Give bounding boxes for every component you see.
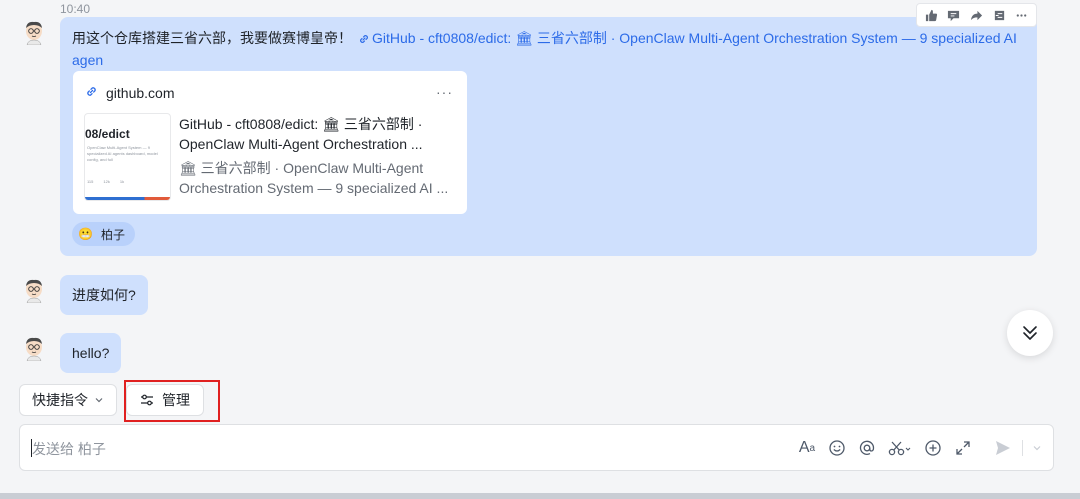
input-placeholder: 发送给 柏子 (32, 441, 106, 457)
pin-icon[interactable] (989, 5, 1009, 25)
card-more-button[interactable]: ··· (436, 84, 453, 100)
manage-label: 管理 (162, 392, 190, 408)
text-format-icon[interactable]: Aa (796, 437, 818, 459)
user-avatar[interactable] (21, 277, 47, 303)
message-body: 用这个仓库搭建三省六部，我要做赛博皇帝！ (72, 30, 352, 46)
send-divider (1022, 440, 1023, 456)
message-input[interactable]: 发送给 柏子 Aa (19, 424, 1054, 471)
mention-icon[interactable] (856, 437, 878, 459)
thumbnail-title: 08/edict (85, 127, 130, 141)
message-body: hello? (72, 345, 110, 361)
chevron-down-icon (95, 398, 103, 403)
card-title[interactable]: GitHub - cft0808/edict: 🏛 三省六部制 · OpenCl… (179, 114, 459, 154)
thumbnail-stat: 115 (87, 179, 94, 184)
message-text: 用这个仓库搭建三省六部，我要做赛博皇帝！ GitHub - cft0808/edi… (72, 28, 1022, 70)
sliders-icon (141, 394, 153, 406)
card-domain: github.com (106, 85, 175, 101)
quick-commands-label: 快捷指令 (32, 392, 88, 408)
send-icon[interactable] (992, 437, 1014, 459)
thumbnail-stat: 12k (103, 179, 110, 184)
reaction-chip[interactable]: 😬 柏子 (72, 222, 135, 246)
reaction-user: 柏子 (100, 227, 125, 242)
link-preview-card[interactable]: github.com ··· 08/edict OpenClaw Multi-A… (73, 71, 467, 214)
send-options-chevron-icon[interactable] (1031, 437, 1043, 459)
message-bubble[interactable]: 进度如何? (60, 275, 148, 315)
chat-area: 10:40 用这个仓库搭建三省六部，我要做赛博皇帝！ GitHub - cft08… (0, 0, 1080, 499)
screenshot-scissors-icon[interactable] (886, 437, 914, 459)
double-chevron-down-icon (1023, 326, 1037, 340)
message-toolbar (916, 3, 1037, 27)
user-avatar[interactable] (21, 19, 47, 45)
forward-icon[interactable] (966, 5, 986, 25)
thumbnail-language-bar (85, 197, 170, 200)
avatar-face-icon (26, 279, 42, 303)
emoji-icon[interactable] (826, 437, 848, 459)
comment-icon[interactable] (944, 5, 964, 25)
card-thumbnail: 08/edict OpenClaw Multi-Agent System — 9… (84, 113, 171, 201)
card-domain-row: github.com (85, 85, 174, 101)
message-bubble[interactable]: hello? (60, 333, 122, 373)
link-icon (85, 85, 98, 101)
message-timestamp: 10:40 (60, 2, 91, 16)
thumbs-up-icon[interactable] (921, 5, 941, 25)
input-toolbar: Aa (796, 436, 1043, 460)
message-bubble-main[interactable]: 用这个仓库搭建三省六部，我要做赛博皇帝！ GitHub - cft0808/edi… (60, 17, 1037, 256)
scroll-to-bottom-button[interactable] (1007, 310, 1053, 356)
more-icon[interactable] (1012, 5, 1032, 25)
window-bottom-edge (0, 493, 1080, 499)
manage-button[interactable]: 管理 (126, 384, 204, 416)
thumbnail-stats: 115 12k 1k (87, 179, 124, 184)
user-avatar[interactable] (21, 335, 47, 361)
thumbnail-stat: 1k (119, 179, 125, 184)
add-circle-icon[interactable] (922, 437, 944, 459)
message-body: 进度如何? (72, 287, 136, 303)
avatar-face-icon (26, 21, 42, 45)
quick-commands-button[interactable]: 快捷指令 (19, 384, 117, 416)
expand-icon[interactable] (952, 437, 974, 459)
card-description: 🏛 三省六部制 · OpenClaw Multi-Agent Orchestra… (179, 160, 449, 196)
reaction-emoji: 😬 (78, 227, 93, 241)
thumbnail-text: OpenClaw Multi-Agent System — 9 speciali… (87, 145, 158, 162)
link-icon (358, 30, 370, 50)
avatar-face-icon (26, 337, 42, 361)
